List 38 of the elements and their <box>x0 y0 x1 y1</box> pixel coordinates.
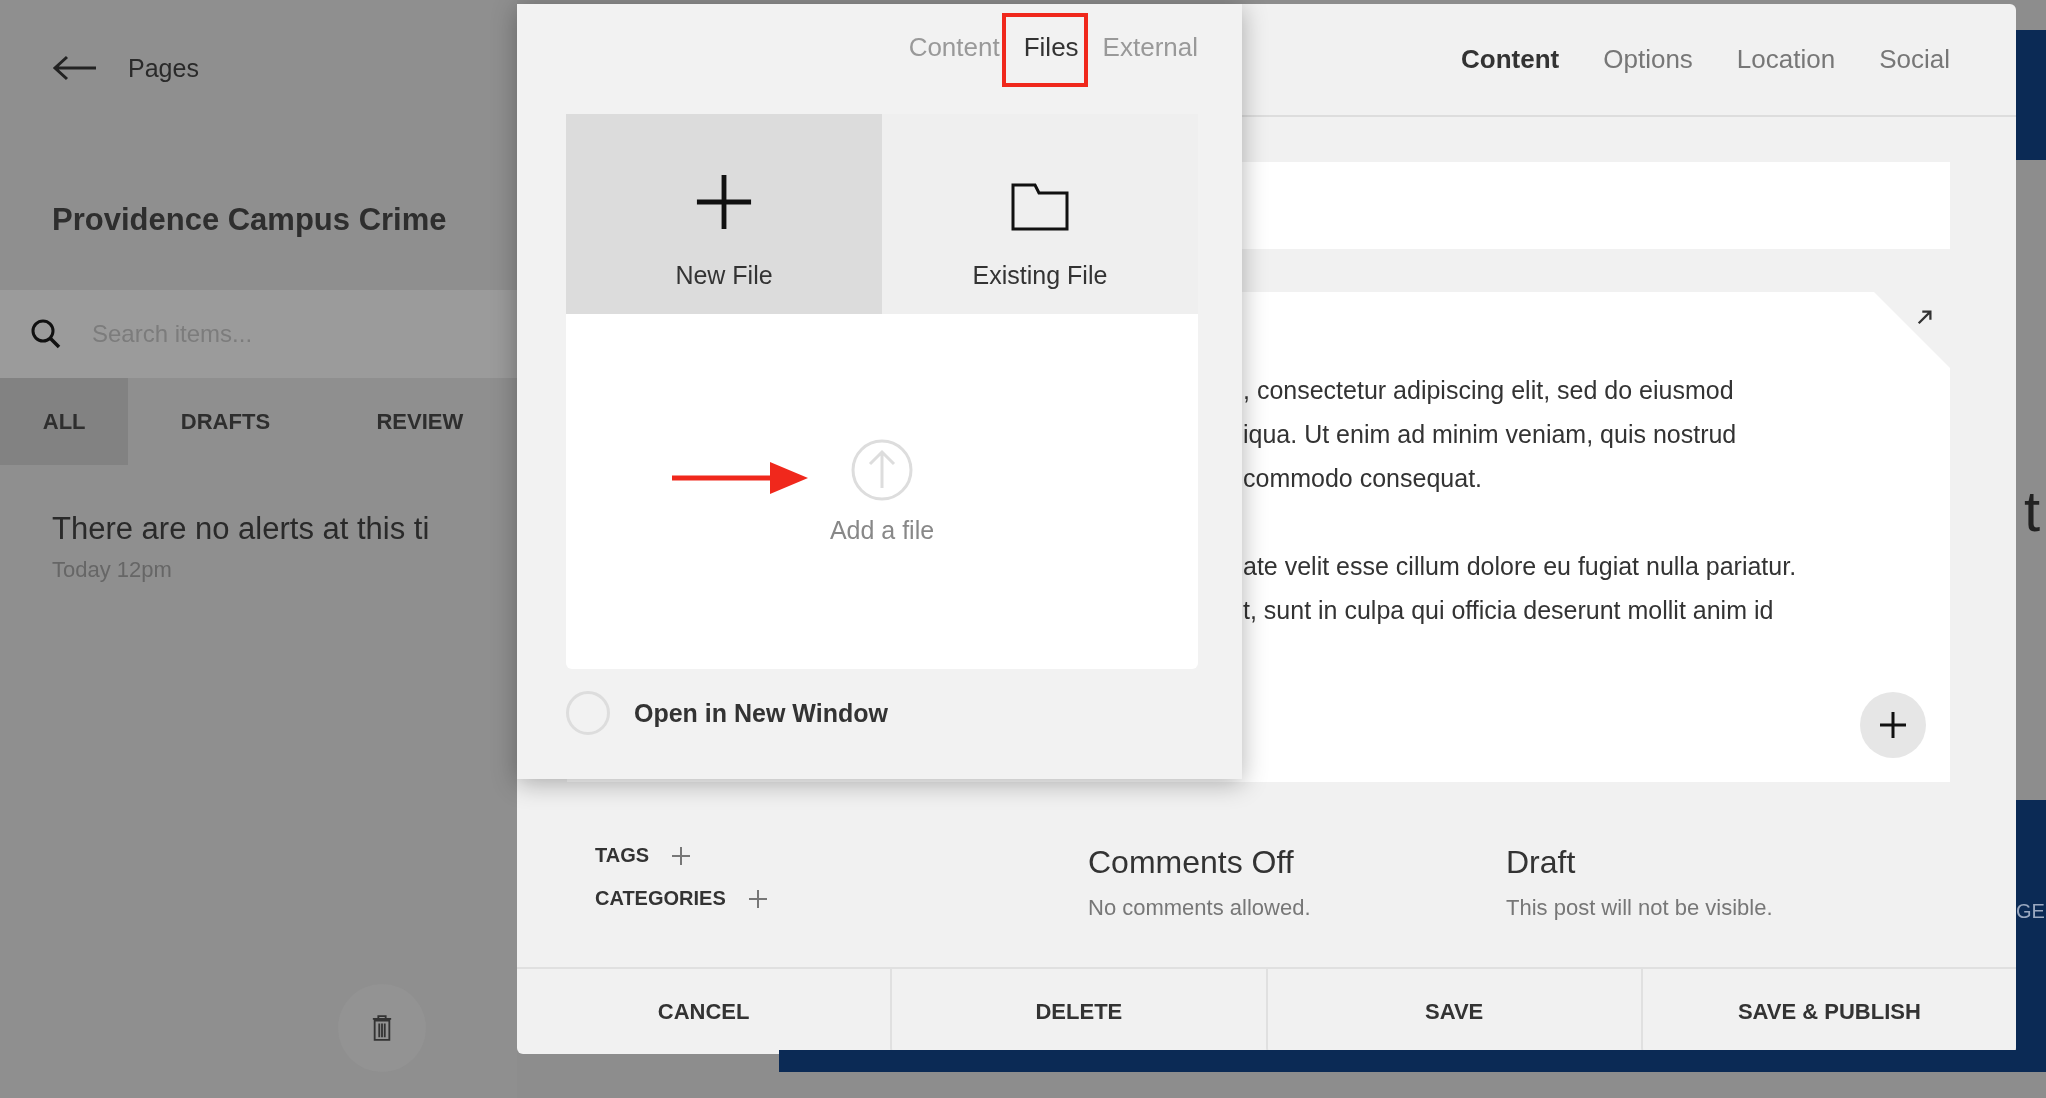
link-type-tab[interactable]: Files <box>1023 32 1079 63</box>
collection-title: Providence Campus Crime <box>51 201 448 239</box>
open-new-window-label[interactable]: Open in New Window <box>634 698 888 728</box>
add-category-icon[interactable] <box>747 888 768 909</box>
status-setting[interactable]: Draft <box>1506 844 1773 881</box>
filter-tab[interactable]: REVIEW <box>322 378 517 465</box>
back-arrow-icon[interactable] <box>52 54 98 82</box>
search-icon <box>30 318 62 350</box>
editor-tab[interactable]: Social <box>1879 44 1950 75</box>
file-source-tile[interactable]: New File <box>566 114 882 314</box>
add-file-label: Add a file <box>829 516 935 545</box>
item-title[interactable]: There are no alerts at this ti <box>52 511 517 547</box>
page-text-fragment: t <box>2024 476 2041 544</box>
body-text-line: iqua. Ut enim ad minim veniam, quis nostrud <box>1243 419 1738 450</box>
trash-icon <box>371 1014 393 1042</box>
comments-setting[interactable]: Comments Off <box>1088 844 1506 881</box>
page-text-fragment: GE <box>2016 899 2045 923</box>
expand-arrow-icon[interactable] <box>1916 308 1934 326</box>
plus-icon <box>1878 710 1908 740</box>
categories-label: CATEGORIES <box>595 887 726 910</box>
filter-tab[interactable]: ALL <box>0 378 129 465</box>
body-text-line: ate velit esse cillum dolore eu fugiat nulla pariatur. <box>1243 551 1798 582</box>
tags-label: TAGS <box>595 844 650 867</box>
editor-tab[interactable]: Location <box>1736 44 1836 75</box>
back-link[interactable]: Pages <box>128 53 199 83</box>
file-dropzone[interactable]: Add a file <box>566 314 1198 669</box>
filter-tab[interactable]: DRAFTS <box>128 378 323 465</box>
folder-icon <box>1011 183 1069 231</box>
status-note: This post will not be visible. <box>1506 895 1773 921</box>
add-tag-icon[interactable] <box>671 845 692 866</box>
body-text-line: t, sunt in culpa qui officia deserunt mollit anim id <box>1243 595 1775 626</box>
editor-tab[interactable]: Content <box>1461 44 1560 75</box>
plus-icon <box>695 173 753 231</box>
body-text-line: , consectetur adipiscing elit, sed do eiusmod <box>1243 375 1735 406</box>
comments-note: No comments allowed. <box>1088 895 1312 921</box>
editor-tab[interactable]: Options <box>1603 44 1693 75</box>
body-text-line: commodo consequat. <box>1243 463 1484 494</box>
upload-icon <box>850 438 914 502</box>
